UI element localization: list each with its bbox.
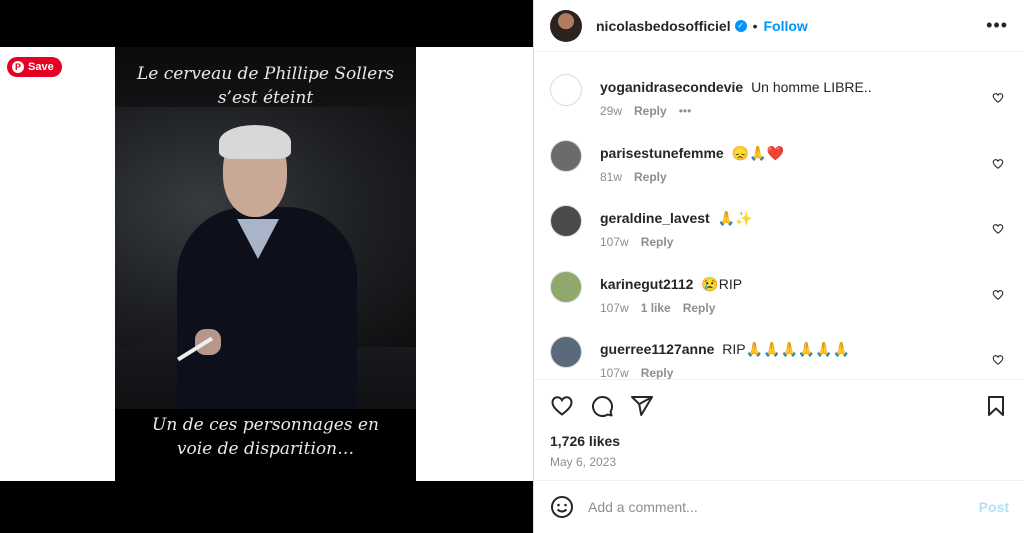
comment-like-icon[interactable] [992,354,1004,369]
comment-age[interactable]: 29w [600,104,622,118]
caption-bottom-line-1: Un de ces personnages en [152,415,379,435]
comment-like-icon[interactable] [992,223,1004,238]
comment-meta: 107w Reply [600,366,1008,379]
caption-top-line-1: Le cerveau de Phillipe Sollers [136,64,395,84]
comment-text: 🙏✨ [717,210,753,226]
comment-line: parisestunefemme 😞🙏❤️ [600,144,1008,162]
share-icon[interactable] [630,394,654,418]
commenter-username[interactable]: karinegut2112 [600,276,693,292]
comment-line: yoganidrasecondevie Un homme LIBRE.. [600,78,1008,96]
caption-bottom-line-2: voie de disparition… [176,439,355,459]
commenter-username[interactable]: parisestunefemme [600,145,724,161]
comment-reply-button[interactable]: Reply [683,301,716,315]
commenter-avatar[interactable] [550,139,582,172]
commenter-avatar[interactable] [550,336,582,368]
caption-top-line-2: s’est éteint [217,88,314,108]
commenter-username[interactable]: geraldine_lavest [600,210,710,226]
bookmark-icon[interactable] [984,394,1008,418]
pinterest-icon: P [12,61,24,73]
commenter-username[interactable]: guerree1127anne [600,341,714,357]
comment-age[interactable]: 107w [600,235,629,249]
pinterest-save-button[interactable]: P Save [7,57,62,77]
comment-meta: 81w Reply [600,170,1008,184]
pinterest-save-label: Save [28,61,54,73]
more-options-icon[interactable]: ••• [986,15,1008,36]
comment-meta: 107w Reply [600,235,1008,249]
comment-like-icon[interactable] [992,289,1004,304]
comment-row: karinegut2112 😢RIP 107w 1 like Reply [550,267,1008,333]
comment-body: parisestunefemme 😞🙏❤️ 81w Reply [600,136,1008,202]
photo-person-hair [219,125,291,159]
comment-body: geraldine_lavest 🙏✨ 107w Reply [600,201,1008,267]
author-avatar[interactable] [550,9,582,42]
post-date: May 6, 2023 [550,455,617,469]
photo-caption-top: Le cerveau de Phillipe Sollers s’est éte… [115,62,416,110]
emoji-icon[interactable] [550,495,574,519]
comment-age[interactable]: 107w [600,366,629,379]
comment-text: Un homme LIBRE.. [751,79,872,95]
comment-line: karinegut2112 😢RIP [600,275,1008,293]
comment-row: yoganidrasecondevie Un homme LIBRE.. 29w… [550,70,1008,136]
commenter-avatar[interactable] [550,205,582,237]
instagram-post-modal: Le cerveau de Phillipe Sollers s’est éte… [0,0,1024,533]
comment-input[interactable]: Add a comment... [588,499,979,515]
comment-reply-button[interactable]: Reply [634,104,667,118]
comment-line: geraldine_lavest 🙏✨ [600,209,1008,227]
like-icon[interactable] [550,394,574,418]
verified-badge-icon: ✓ [734,19,747,32]
comment-line: guerree1127anne RIP🙏🙏🙏🙏🙏🙏 [600,340,1008,358]
comment-body: guerree1127anne RIP🙏🙏🙏🙏🙏🙏 107w Reply [600,332,1008,379]
post-photo[interactable]: Le cerveau de Phillipe Sollers s’est éte… [115,47,416,481]
commenter-username[interactable]: yoganidrasecondevie [600,79,743,95]
comment-more-icon[interactable]: ••• [679,104,692,118]
commenter-avatar[interactable] [550,270,582,303]
comment-row: geraldine_lavest 🙏✨ 107w Reply [550,201,1008,267]
commenter-avatar[interactable] [550,74,582,106]
comment-text: 😞🙏❤️ [731,144,784,161]
comment-text: 😢RIP [701,275,743,292]
photo-caption-bottom: Un de ces personnages en voie de dispari… [115,413,416,461]
comment-meta: 29w Reply ••• [600,104,1008,118]
comment-icon[interactable] [590,394,614,418]
likes-count[interactable]: 1,726 likes [534,431,1024,449]
comment-meta: 107w 1 like Reply [600,301,1008,315]
comment-composer: Add a comment... Post [534,480,1024,533]
comment-reply-button[interactable]: Reply [641,366,674,379]
post-media-area: Le cerveau de Phillipe Sollers s’est éte… [0,0,533,533]
separator-dot: • [752,17,758,34]
post-comment-button[interactable]: Post [979,499,1009,515]
comment-like-icon[interactable] [992,158,1004,173]
comment-reply-button[interactable]: Reply [634,170,667,184]
comment-likes[interactable]: 1 like [641,301,671,315]
comment-age[interactable]: 81w [600,170,622,184]
comment-reply-button[interactable]: Reply [641,235,674,249]
comment-row: parisestunefemme 😞🙏❤️ 81w Reply [550,136,1008,202]
post-header: nicolasbedosofficiel ✓ • Follow ••• [534,0,1024,52]
post-side-panel: nicolasbedosofficiel ✓ • Follow ••• yoga… [533,0,1024,533]
comment-age[interactable]: 107w [600,301,629,315]
post-actions-bar [534,379,1024,431]
author-username[interactable]: nicolasbedosofficiel [596,18,731,34]
comment-body: karinegut2112 😢RIP 107w 1 like Reply [600,267,1008,333]
comment-row: guerree1127anne RIP🙏🙏🙏🙏🙏🙏 107w Reply [550,332,1008,379]
follow-button[interactable]: Follow [764,18,808,34]
comment-text: RIP🙏🙏🙏🙏🙏🙏 [722,341,851,357]
comment-like-icon[interactable] [992,92,1004,107]
comments-list[interactable]: yoganidrasecondevie Un homme LIBRE.. 29w… [534,52,1024,379]
comment-body: yoganidrasecondevie Un homme LIBRE.. 29w… [600,70,1008,136]
